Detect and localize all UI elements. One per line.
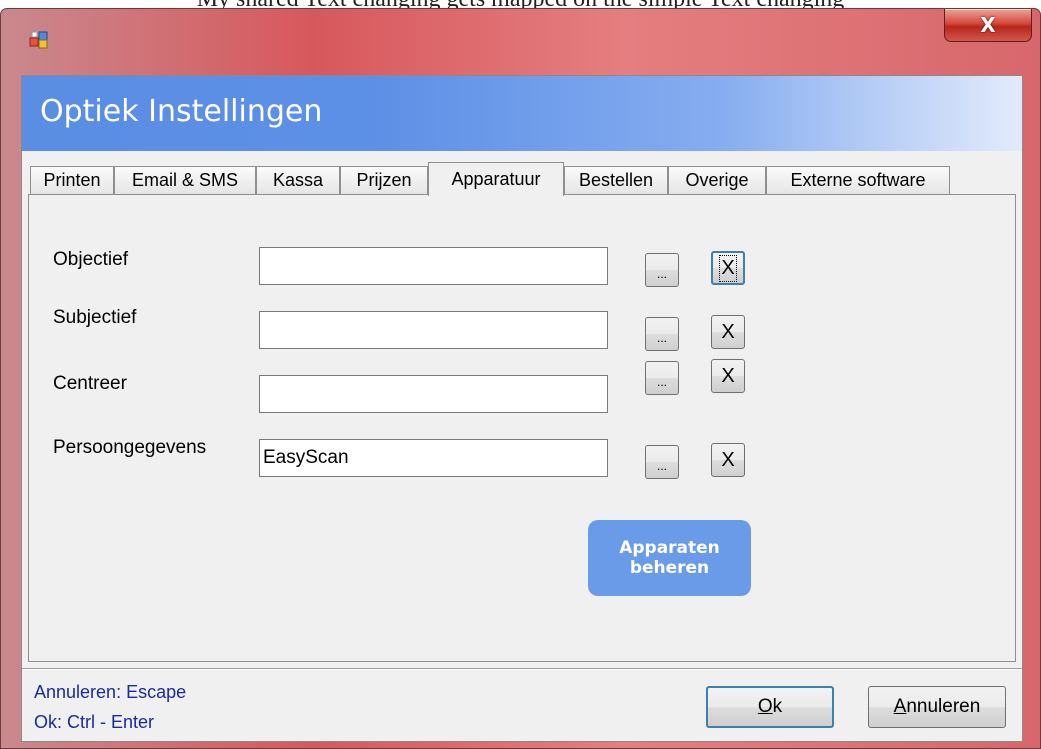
persoongegevens-browse-button[interactable]: ...: [645, 445, 679, 479]
subjectief-browse-label: ...: [656, 331, 667, 345]
subjectief-input[interactable]: [259, 311, 608, 349]
centreer-browse-button[interactable]: ...: [645, 361, 679, 395]
manage-devices-button[interactable]: Apparaten beheren: [588, 520, 751, 596]
centreer-browse-label: ...: [656, 375, 667, 389]
cancel-label-rest: nnuleren: [906, 696, 981, 717]
cancel-accel-key: A: [893, 696, 907, 717]
background-text: My shared Text changing gets mapped on t…: [0, 0, 1041, 8]
persoongegevens-input[interactable]: EasyScan: [259, 439, 608, 477]
shortcut-ok-hint: Ok: Ctrl - Enter: [34, 712, 155, 732]
persoongegevens-clear-label: X: [721, 448, 735, 471]
centreer-label: Centreer: [53, 373, 127, 394]
tab-overige[interactable]: Overige: [668, 166, 766, 194]
title-bar[interactable]: X: [1, 9, 1040, 73]
objectief-browse-button[interactable]: ...: [645, 253, 679, 287]
persoongegevens-label: Persoongegevens: [53, 437, 207, 458]
footer-divider: [22, 668, 1022, 670]
subjectief-browse-button[interactable]: ...: [645, 317, 679, 351]
manage-devices-line1: Apparaten: [619, 538, 720, 558]
objectief-clear-label: X: [719, 254, 737, 282]
objectief-clear-button[interactable]: X: [711, 251, 745, 285]
ok-accel-key: O: [757, 696, 773, 717]
cancel-button[interactable]: Annuleren: [868, 686, 1006, 728]
close-icon: X: [980, 13, 996, 37]
objectief-input[interactable]: [259, 247, 608, 285]
close-button[interactable]: X: [944, 9, 1032, 42]
dialog-client-area: Optiek Instellingen Printen Email & SMS …: [21, 75, 1023, 742]
tab-kassa[interactable]: Kassa: [256, 166, 340, 194]
header-band: Optiek Instellingen: [22, 76, 1022, 151]
centreer-input[interactable]: [259, 375, 608, 413]
centreer-clear-button[interactable]: X: [711, 359, 745, 393]
tab-email-sms[interactable]: Email & SMS: [114, 166, 256, 194]
persoongegevens-browse-label: ...: [656, 459, 667, 473]
shortcut-cancel-hint: Annuleren: Escape: [34, 682, 187, 702]
objectief-browse-label: ...: [656, 267, 667, 281]
persoongegevens-clear-button[interactable]: X: [711, 443, 745, 477]
apparatuur-panel: Objectief ... X Subjectief ... X Centree…: [28, 194, 1016, 662]
manage-devices-line2: beheren: [629, 558, 710, 578]
tab-bestellen[interactable]: Bestellen: [564, 166, 668, 194]
tab-printen[interactable]: Printen: [30, 166, 114, 194]
ok-label-rest: k: [772, 696, 783, 717]
objectief-label: Objectief: [53, 249, 128, 270]
app-icon: [29, 29, 51, 51]
tab-externe-software[interactable]: Externe software: [766, 166, 950, 194]
subjectief-clear-label: X: [721, 320, 735, 343]
subjectief-clear-button[interactable]: X: [711, 315, 745, 349]
subjectief-label: Subjectief: [53, 307, 137, 328]
tab-prijzen[interactable]: Prijzen: [340, 166, 428, 194]
centreer-clear-label: X: [721, 364, 735, 387]
ok-button[interactable]: Ok: [706, 686, 834, 728]
manage-devices-label: Apparaten beheren: [619, 538, 720, 578]
tab-apparatuur[interactable]: Apparatuur: [428, 162, 564, 196]
dialog-title: Optiek Instellingen: [40, 94, 323, 129]
settings-window: X Optiek Instellingen Printen Email & SM…: [0, 8, 1041, 749]
